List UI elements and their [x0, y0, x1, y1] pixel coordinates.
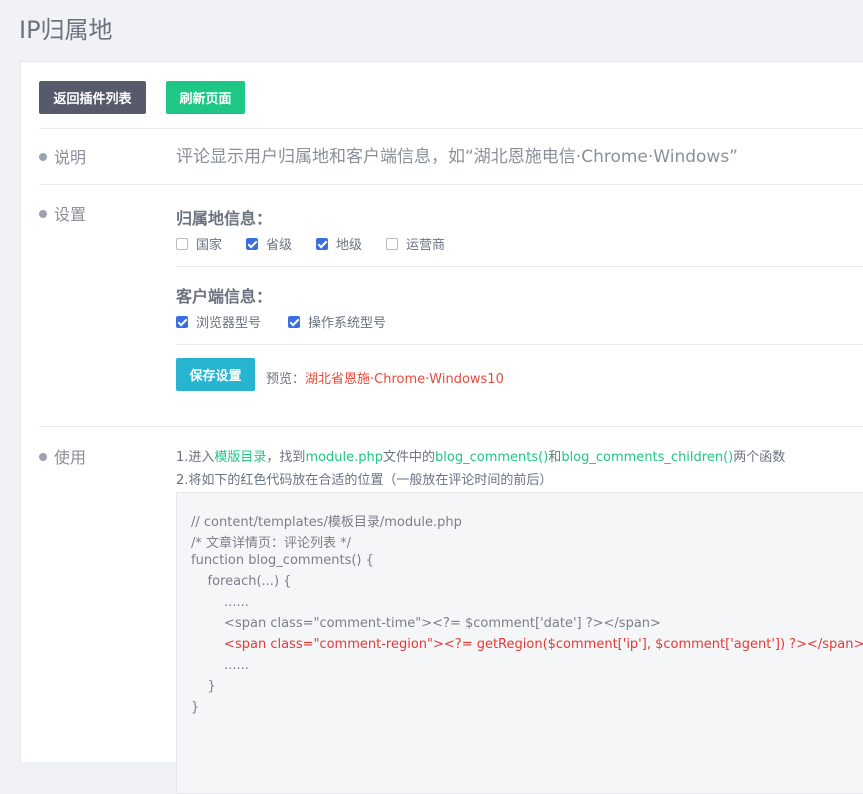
template-dir-link[interactable]: 模版目录: [214, 450, 266, 465]
client-info-title: 客户端信息：: [176, 287, 273, 306]
usage-text: 文件中的: [383, 450, 436, 465]
code-line-highlighted: <span class="comment-region"><?= getRegi…: [191, 637, 863, 652]
page-title: IP归属地: [19, 16, 113, 44]
module-php-highlight: module.php: [305, 450, 384, 465]
checkbox-checked-icon[interactable]: [316, 237, 328, 250]
usage-step-2: 2.将如下的红色代码放在合适的位置（一般放在评论时间的前后）: [176, 473, 553, 488]
usage-text: 两个函数: [733, 450, 786, 465]
divider: [39, 128, 863, 129]
usage-text: 1.进入: [176, 450, 215, 465]
code-line: /* 文章详情页：评论列表 */: [191, 536, 352, 551]
row-label-text: 说明: [54, 148, 87, 167]
checkbox-browser-model[interactable]: 浏览器型号: [176, 312, 261, 331]
checkbox-checked-icon[interactable]: [246, 237, 258, 250]
checkbox-country[interactable]: 国家: [176, 234, 222, 253]
code-line: // content/templates/模板目录/module.php: [191, 515, 462, 530]
divider: [176, 344, 863, 345]
checkbox-label: 省级: [266, 238, 293, 253]
checkbox-label: 操作系统型号: [308, 316, 387, 331]
description-text: 评论显示用户归属地和客户端信息，如“湖北恩施电信·Chrome·Windows”: [176, 147, 738, 167]
back-to-plugin-list-button[interactable]: 返回插件列表: [39, 81, 146, 114]
preview-label: 预览：: [266, 372, 306, 387]
usage-step-1: 1.进入模版目录，找到module.php文件中的blog_comments()…: [176, 446, 785, 465]
row-label-text: 设置: [54, 205, 87, 224]
checkbox-prefecture[interactable]: 地级: [316, 234, 362, 253]
preview: 预览：湖北省恩施·Chrome·Windows10: [266, 368, 504, 387]
checkbox-carrier[interactable]: 运营商: [386, 234, 445, 253]
code-line: }: [191, 679, 216, 694]
code-block: // content/templates/模板目录/module.php /* …: [176, 492, 863, 794]
code-line: ......: [191, 595, 249, 610]
checkbox-icon[interactable]: [176, 237, 188, 250]
checkbox-icon[interactable]: [386, 237, 398, 250]
preview-value: 湖北省恩施·Chrome·Windows10: [305, 372, 504, 387]
blog-comments-highlight: blog_comments(): [435, 450, 549, 465]
bullet-icon: [39, 210, 47, 218]
checkbox-label: 国家: [196, 238, 223, 253]
bullet-icon: [39, 453, 47, 461]
checkbox-os-model[interactable]: 操作系统型号: [288, 312, 386, 331]
usage-text: ，找到: [266, 450, 306, 465]
row-label-text: 使用: [54, 448, 87, 467]
bullet-icon: [39, 153, 47, 161]
checkbox-label: 浏览器型号: [196, 316, 262, 331]
region-info-title: 归属地信息：: [176, 209, 273, 228]
row-label-description: 说明: [39, 144, 86, 168]
code-line: function blog_comments() {: [191, 553, 374, 568]
divider: [39, 426, 863, 427]
plugin-card: 返回插件列表 刷新页面 说明 评论显示用户归属地和客户端信息，如“湖北恩施电信·…: [20, 61, 863, 794]
usage-text: 和: [548, 450, 562, 465]
checkbox-checked-icon[interactable]: [288, 315, 300, 328]
save-settings-button[interactable]: 保存设置: [176, 358, 255, 391]
blog-comments-children-highlight: blog_comments_children(): [561, 450, 734, 465]
divider: [39, 184, 863, 185]
checkbox-province[interactable]: 省级: [246, 234, 292, 253]
row-label-settings: 设置: [39, 201, 86, 225]
divider: [176, 266, 863, 267]
code-line: ......: [191, 658, 249, 673]
code-line: foreach(...) {: [191, 574, 292, 589]
checkbox-checked-icon[interactable]: [176, 315, 188, 328]
row-label-usage: 使用: [39, 444, 86, 468]
refresh-page-button[interactable]: 刷新页面: [166, 81, 245, 114]
checkbox-label: 运营商: [406, 238, 446, 253]
code-line: }: [191, 700, 200, 715]
checkbox-label: 地级: [336, 238, 363, 253]
code-line: <span class="comment-time"><?= $comment[…: [191, 616, 661, 631]
